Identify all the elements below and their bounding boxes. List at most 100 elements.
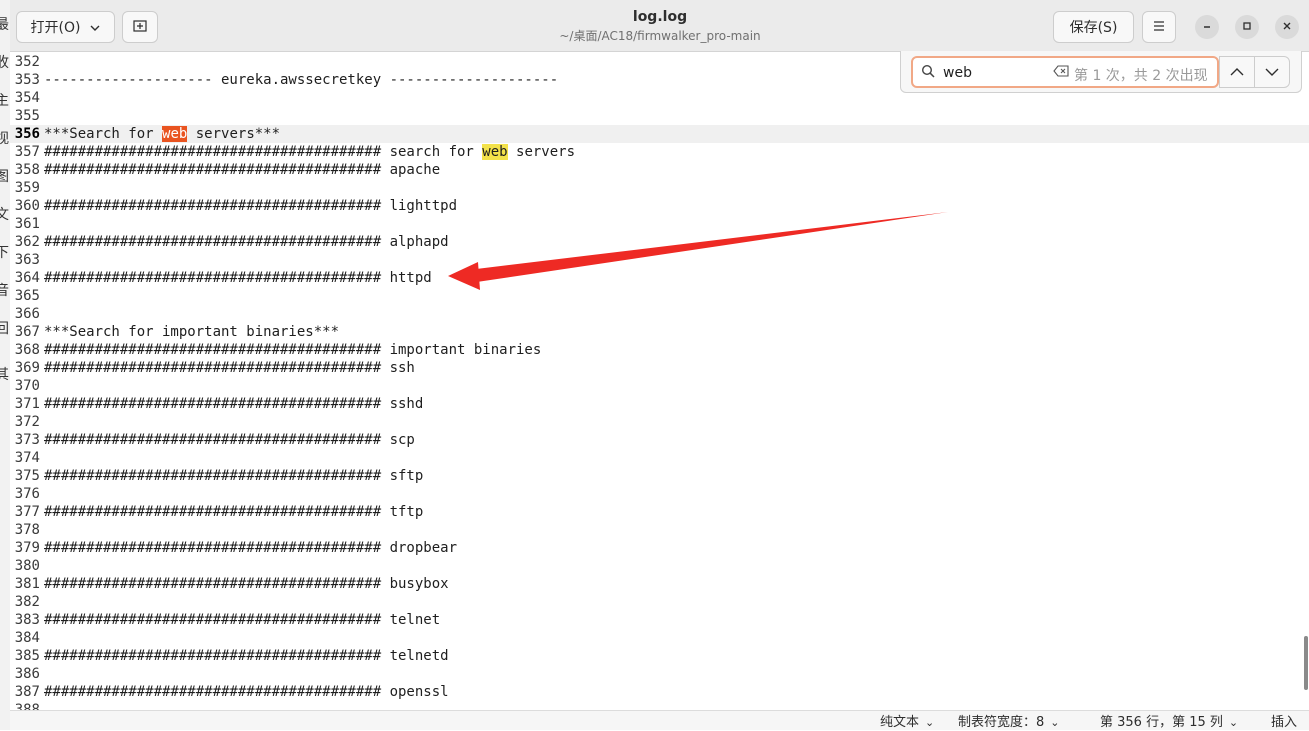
line-number: 358 xyxy=(14,162,40,178)
scrollbar[interactable] xyxy=(1304,636,1308,690)
line-text: ########################################… xyxy=(44,360,415,376)
line-text: ########################################… xyxy=(44,468,424,484)
line-number: 384 xyxy=(14,630,40,646)
line-number: 371 xyxy=(14,396,40,412)
editor-line[interactable]: 366 xyxy=(10,305,1309,323)
cursor-position-label: 第 356 行，第 15 列 xyxy=(1100,715,1223,730)
line-text: ########################################… xyxy=(44,540,458,556)
line-number: 354 xyxy=(14,90,40,106)
status-bar: 纯文本 ⌄ 制表符宽度：8 ⌄ 第 356 行，第 15 列 ⌄ 插入 xyxy=(10,710,1309,730)
search-icon xyxy=(921,64,935,82)
editor-line[interactable]: 371 #####################################… xyxy=(10,395,1309,413)
line-number: 376 xyxy=(14,486,40,502)
editor-line[interactable]: 365 xyxy=(10,287,1309,305)
chevron-down-icon: ⌄ xyxy=(925,716,935,729)
line-text: ########################################… xyxy=(44,342,542,358)
editor-line[interactable]: 364 #####################################… xyxy=(10,269,1309,287)
hamburger-icon xyxy=(1153,19,1165,35)
sidebar-clipped-item: 主 xyxy=(0,93,9,109)
editor-line[interactable]: 388 xyxy=(10,701,1309,710)
editor-line[interactable]: 379 #####################################… xyxy=(10,539,1309,557)
main-menu-button[interactable] xyxy=(1142,11,1176,43)
editor-line[interactable]: 356 ***Search for web servers*** xyxy=(10,125,1309,143)
file-path: ~/桌面/AC18/firmwalker_pro-main xyxy=(559,29,761,43)
line-number: 387 xyxy=(14,684,40,700)
editor-line[interactable]: 381 #####################################… xyxy=(10,575,1309,593)
line-number: 364 xyxy=(14,270,40,286)
line-number: 368 xyxy=(14,342,40,358)
editor-line[interactable]: 361 xyxy=(10,215,1309,233)
close-button[interactable] xyxy=(1275,15,1299,39)
line-number: 373 xyxy=(14,432,40,448)
previous-match-button[interactable] xyxy=(1219,56,1255,88)
editor-line[interactable]: 373 #####################################… xyxy=(10,431,1309,449)
line-number: 386 xyxy=(14,666,40,682)
editor-line[interactable]: 387 #####################################… xyxy=(10,683,1309,701)
line-text: ########################################… xyxy=(44,270,432,286)
line-number: 378 xyxy=(14,522,40,538)
clear-search-icon[interactable] xyxy=(1053,65,1069,81)
editor-line[interactable]: 357 #####################################… xyxy=(10,143,1309,161)
line-number: 356 xyxy=(14,126,40,142)
editor-line[interactable]: 372 xyxy=(10,413,1309,431)
line-text: ########################################… xyxy=(44,612,441,628)
line-text: ########################################… xyxy=(44,576,449,592)
open-button[interactable]: 打开(O) xyxy=(16,11,115,43)
sidebar-clipped-item: 收 xyxy=(0,55,9,71)
search-match-highlight: web xyxy=(482,144,508,160)
line-number: 352 xyxy=(14,54,40,70)
line-text: ########################################… xyxy=(44,234,449,250)
close-icon xyxy=(1282,20,1292,34)
cursor-position[interactable]: 第 356 行，第 15 列 ⌄ xyxy=(1100,715,1238,731)
window-title: log.log ~/桌面/AC18/firmwalker_pro-main xyxy=(460,8,860,44)
editor-line[interactable]: 359 xyxy=(10,179,1309,197)
line-number: 383 xyxy=(14,612,40,628)
line-text: ***Search for important binaries*** xyxy=(44,324,340,340)
minimize-button[interactable] xyxy=(1195,15,1219,39)
search-input[interactable]: web 第 1 次，共 2 次出现 xyxy=(911,56,1219,88)
editor-line[interactable]: 360 #####################################… xyxy=(10,197,1309,215)
sidebar-clipped-item: 音 xyxy=(0,283,9,299)
chevron-down-icon: ⌄ xyxy=(1228,716,1239,729)
editor-line[interactable]: 380 xyxy=(10,557,1309,575)
editor-line[interactable]: 355 xyxy=(10,107,1309,125)
editor-line[interactable]: 374 xyxy=(10,449,1309,467)
tab-width-selector[interactable]: 制表符宽度：8 ⌄ xyxy=(958,715,1060,731)
sidebar-clipped-item: 其 xyxy=(0,367,9,383)
editor-line[interactable]: 368 #####################################… xyxy=(10,341,1309,359)
editor-line[interactable]: 385 #####################################… xyxy=(10,647,1309,665)
line-number: 377 xyxy=(14,504,40,520)
line-text: -------------------- eureka.awssecretkey… xyxy=(44,72,559,88)
editor-line[interactable]: 386 xyxy=(10,665,1309,683)
save-button[interactable]: 保存(S) xyxy=(1053,11,1134,43)
language-label: 纯文本 xyxy=(880,715,920,730)
line-number: 381 xyxy=(14,576,40,592)
editor-line[interactable]: 375 #####################################… xyxy=(10,467,1309,485)
editor-line[interactable]: 377 #####################################… xyxy=(10,503,1309,521)
line-number: 379 xyxy=(14,540,40,556)
editor-line[interactable]: 382 xyxy=(10,593,1309,611)
editor-line[interactable]: 369 #####################################… xyxy=(10,359,1309,377)
line-text: ########################################… xyxy=(44,648,449,664)
editor-line[interactable]: 367 ***Search for important binaries*** xyxy=(10,323,1309,341)
editor-line[interactable]: 362 #####################################… xyxy=(10,233,1309,251)
next-match-button[interactable] xyxy=(1254,56,1290,88)
maximize-button[interactable] xyxy=(1235,15,1259,39)
text-editor[interactable]: 352 353 -------------------- eureka.awssec… xyxy=(10,52,1309,710)
line-number: 359 xyxy=(14,180,40,196)
language-selector[interactable]: 纯文本 ⌄ xyxy=(880,715,934,731)
editor-line[interactable]: 370 xyxy=(10,377,1309,395)
editor-line[interactable]: 358 #####################################… xyxy=(10,161,1309,179)
editor-line[interactable]: 378 xyxy=(10,521,1309,539)
new-tab-button[interactable] xyxy=(122,11,158,43)
sidebar-clipped-item: 视 xyxy=(0,131,9,147)
editor-line[interactable]: 376 xyxy=(10,485,1309,503)
editor-line[interactable]: 363 xyxy=(10,251,1309,269)
line-text: ########################################… xyxy=(44,432,415,448)
line-number: 355 xyxy=(14,108,40,124)
editor-line[interactable]: 383 #####################################… xyxy=(10,611,1309,629)
editor-line[interactable]: 384 xyxy=(10,629,1309,647)
chevron-down-icon xyxy=(1265,64,1279,80)
line-number: 375 xyxy=(14,468,40,484)
chevron-down-icon: ⌄ xyxy=(1050,716,1060,729)
